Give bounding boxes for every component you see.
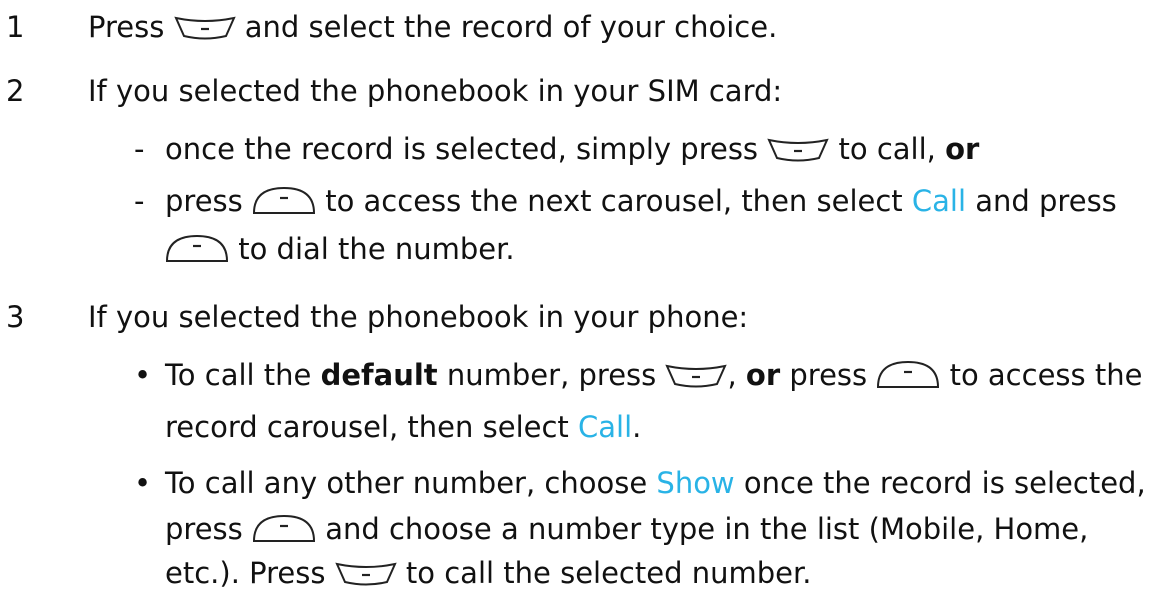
text-run: number, press <box>446 358 657 392</box>
text-run: once the record is selected, <box>743 466 1146 500</box>
step-3-bullet-1-line-2: record carousel, then select Call. <box>165 410 641 444</box>
step-3-bullet-2-line-3: etc.). Press to call the selected number… <box>165 556 811 590</box>
step-3-bullet-1-line-1: To call the default number, press , or p… <box>165 358 1142 392</box>
menu-ok-key-icon <box>876 359 940 389</box>
step-3-bullet-2-line-2: press and choose a number type in the li… <box>165 512 1088 546</box>
document-page: 1 Press and select the record of your ch… <box>0 0 1167 591</box>
text-run: to access the next carousel, then select <box>325 184 903 218</box>
text-run: to dial the number. <box>238 232 515 266</box>
bold-text: or <box>945 132 980 166</box>
call-key-icon <box>173 15 236 41</box>
text-run: press <box>789 358 868 392</box>
dash-marker: - <box>134 132 145 166</box>
text-run: Press <box>88 10 165 44</box>
text-run: etc.). Press <box>165 556 326 590</box>
step-2-sub-2-line-2: to dial the number. <box>165 232 515 266</box>
step-1-line: Press and select the record of your choi… <box>88 10 777 44</box>
text-run: To call the <box>165 358 312 392</box>
bold-text: default <box>320 358 438 392</box>
bullet-marker: • <box>134 466 152 500</box>
text-run: to call the selected number. <box>405 556 812 590</box>
step-3-bullet-2-line-1: To call any other number, choose Show on… <box>165 466 1146 500</box>
step-number: 1 <box>6 10 25 44</box>
dash-marker: - <box>134 184 145 218</box>
text-run: and select the record of your choice. <box>244 10 778 44</box>
menu-ok-key-icon <box>252 513 316 543</box>
text-run: press <box>165 512 243 546</box>
bullet-marker: • <box>134 358 152 392</box>
text-run: To call any other number, choose <box>165 466 648 500</box>
step-2-line: If you selected the phonebook in your SI… <box>88 74 783 108</box>
text-run: to call, <box>838 132 936 166</box>
step-2-sub-2-line-1: press to access the next carousel, then … <box>165 184 1117 218</box>
menu-ok-key-icon <box>165 233 229 263</box>
call-key-icon <box>334 561 397 587</box>
step-number: 2 <box>6 74 25 108</box>
call-key-icon <box>767 137 829 163</box>
bold-text: or <box>745 358 781 392</box>
text-run: , <box>727 358 737 392</box>
keyword-call: Call <box>578 410 633 444</box>
keyword-call: Call <box>911 184 967 218</box>
step-2-sub-1: once the record is selected, simply pres… <box>165 132 979 166</box>
text-run: . <box>632 410 642 444</box>
text-run: and press <box>975 184 1117 218</box>
text-run: record carousel, then select <box>165 410 569 444</box>
text-run: once the record is selected, simply pres… <box>165 132 759 166</box>
text-run: and choose a number type in the list (Mo… <box>325 512 1089 546</box>
text-run: to access the <box>949 358 1143 392</box>
keyword-show: Show <box>656 466 735 500</box>
call-key-icon <box>665 363 728 389</box>
text-run: press <box>165 184 243 218</box>
step-number: 3 <box>6 300 25 334</box>
step-3-line: If you selected the phonebook in your ph… <box>88 300 749 334</box>
menu-ok-key-icon <box>252 185 316 215</box>
